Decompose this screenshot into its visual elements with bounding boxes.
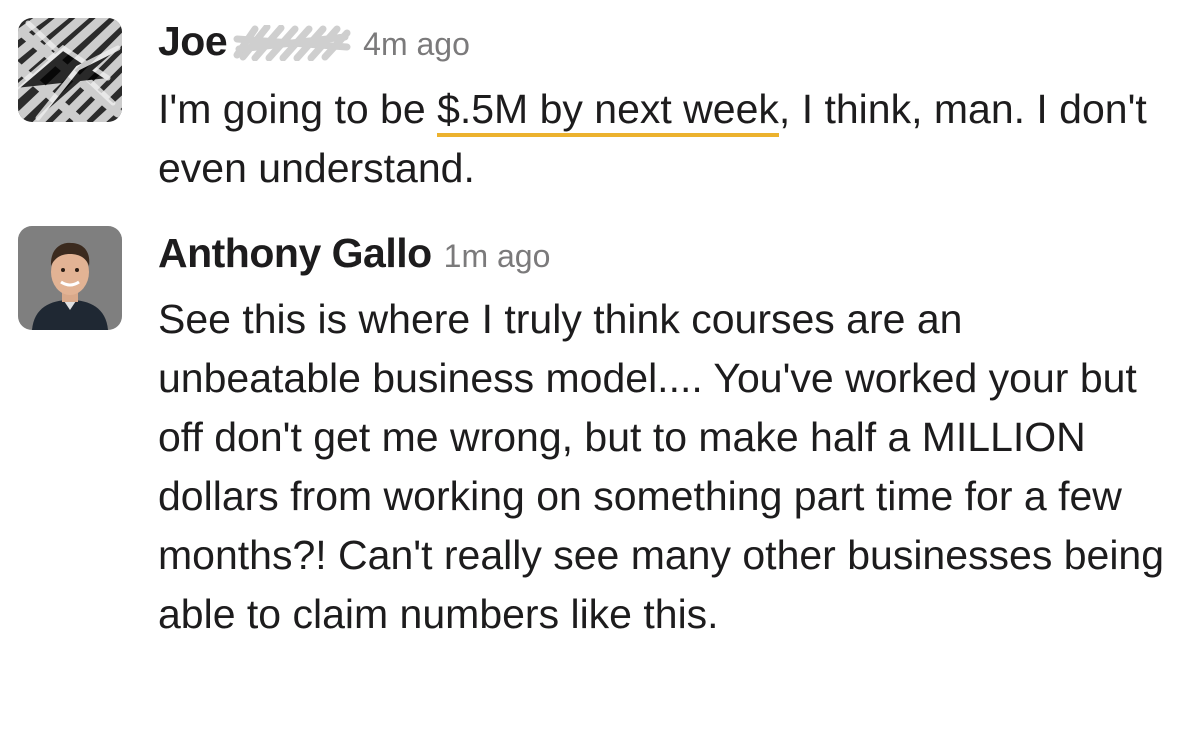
- scribble-icon: [233, 23, 351, 62]
- redacted-avatar-icon: [18, 18, 122, 122]
- highlighted-text: $.5M by next week: [437, 86, 779, 137]
- message-header: Joe 4m ago: [158, 18, 470, 65]
- avatar-anthony[interactable]: [18, 226, 122, 330]
- message-text-start: I'm going to be: [158, 86, 438, 132]
- message-body: See this is where I truly think courses …: [158, 296, 1165, 637]
- message-body: I'm going to be $.5M by next week, I thi…: [158, 80, 1168, 198]
- message-joe: Joe 4m ago I'm going to be $.5M by next …: [0, 0, 1200, 205]
- timestamp[interactable]: 1m ago: [444, 238, 551, 275]
- message-header: Anthony Gallo 1m ago: [158, 230, 550, 277]
- person-photo-icon: [18, 226, 122, 330]
- timestamp[interactable]: 4m ago: [363, 26, 470, 63]
- message-anthony: Anthony Gallo 1m ago See this is where I…: [0, 218, 1200, 718]
- redacted-surname-scribble: [233, 23, 351, 62]
- avatar-redacted[interactable]: [18, 18, 122, 122]
- sender-name[interactable]: Joe: [158, 18, 228, 65]
- sender-name[interactable]: Anthony Gallo: [158, 230, 432, 277]
